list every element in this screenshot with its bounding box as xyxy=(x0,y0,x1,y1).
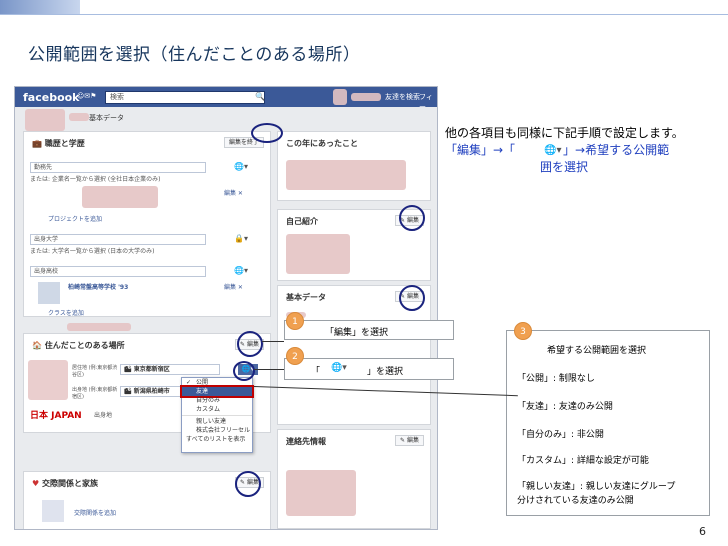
hometown-field-label: 出身地 xyxy=(94,412,113,419)
page-number: 6 xyxy=(699,525,706,538)
step3-badge: 3 xyxy=(514,322,532,340)
current-city-field[interactable]: 🏙 東京都新宿区 xyxy=(120,364,220,375)
step2-globe-icon: 🌐▾ xyxy=(331,363,347,373)
contact-edit-button[interactable]: ✎ 編集 xyxy=(395,435,424,446)
dropdown-item-only-me[interactable]: 自分のみ xyxy=(182,396,252,405)
audience-globe-icon[interactable]: 🌐▾ xyxy=(234,162,248,171)
nav-find-friends[interactable]: 友達を検索 xyxy=(385,92,420,102)
dropdown-item-company[interactable]: 株式会社フリーセル xyxy=(182,426,252,435)
profile-name xyxy=(69,113,89,121)
nav-home[interactable]: フィー xyxy=(419,92,437,112)
option-close-friends-1: 「親しい友達」: 親しい友達にグループ xyxy=(517,482,676,492)
school-avatar xyxy=(38,282,60,304)
work-section-heading: 💼 職歴と学歴 xyxy=(32,139,85,148)
blurred-contact xyxy=(286,470,356,516)
project-add-link[interactable]: プロジェクトを追加 xyxy=(48,214,102,223)
highlight-circle-intro xyxy=(399,205,425,231)
university-field[interactable]: 出身大学 xyxy=(30,234,206,245)
basic-data-tab[interactable]: 基本データ xyxy=(89,113,124,123)
step1-badge: 1 xyxy=(286,312,304,330)
option-only-me: 「自分のみ」: 非公開 xyxy=(517,430,604,440)
avatar[interactable] xyxy=(333,89,347,105)
contact-heading: 連絡先情報 xyxy=(286,437,326,446)
employer-hint: または: 企業名一覧から選択 (全社日本企業のみ) xyxy=(30,176,161,183)
employer-edit-link[interactable]: 編集 ✕ xyxy=(224,188,243,197)
dropdown-item-custom[interactable]: カスタム xyxy=(182,405,252,414)
option-custom: 「カスタム」: 詳細な設定が可能 xyxy=(517,456,649,466)
audience-globe-icon[interactable]: 🌐▾ xyxy=(234,266,248,275)
slide: 公開範囲を選択（住んだことのある場所） facebook ☺✉⚑ 検索 🔍 友達… xyxy=(0,0,728,546)
search-input[interactable]: 検索 xyxy=(105,91,265,104)
note-line-1: 他の各項目も同様に下記手順で設定します。 xyxy=(445,126,684,140)
connector-step2 xyxy=(254,369,284,370)
blurred-row xyxy=(67,323,131,331)
instruction-note: 他の各項目も同様に下記手順で設定します。 「編集」→「 」→希望する公開範 囲を… xyxy=(445,125,723,176)
step2-badge: 2 xyxy=(286,347,304,365)
option-public: 「公開」: 制限なし xyxy=(517,374,595,384)
profile-picture xyxy=(25,109,65,131)
accent-line xyxy=(0,14,728,15)
audience-dropdown[interactable]: ✓ 公開 友達 自分のみ カスタム 親しい友達 株式会社フリーセル すべてのリスト… xyxy=(180,377,254,453)
option-friends: 「友達」: 友達のみ公開 xyxy=(517,402,613,412)
note-line-3: 囲を選択 xyxy=(540,160,589,174)
university-hint: または: 大学名一覧から選択 (日本の大学のみ) xyxy=(30,248,155,255)
highlight-circle-audience xyxy=(233,361,255,381)
current-city-label: 居住地 (例:東京都渋谷区) xyxy=(72,365,118,378)
relationship-card: ♥ 交際関係と家族 ✎ 編集 交際関係を追加 xyxy=(23,471,271,529)
dropdown-item-all-lists[interactable]: すべてのリストを表示 xyxy=(182,435,252,444)
map-label: 日本 JAPAN xyxy=(30,411,82,421)
highschool-field[interactable]: 出身高校 xyxy=(30,266,206,277)
relationship-avatar xyxy=(42,500,64,522)
connector-step1 xyxy=(262,341,284,342)
step2-box: 「 🌐▾ 」を選択 xyxy=(284,358,454,380)
fb-top-bar: facebook ☺✉⚑ 検索 🔍 友達を検索 フィー xyxy=(15,87,437,111)
step2-open-bracket: 「 xyxy=(311,367,321,377)
highlight-circle-basic xyxy=(399,285,425,311)
work-education-card: 💼 職歴と学歴 編集を終了 勤務先 🌐▾ または: 企業名一覧から選択 (全社日… xyxy=(23,131,271,317)
relationship-heading: ♥ 交際関係と家族 xyxy=(32,479,98,488)
places-section-heading: 🏠 住んだことのある場所 xyxy=(32,341,125,350)
lock-icon[interactable]: 🔒▾ xyxy=(234,234,248,243)
highlight-circle-places-edit xyxy=(237,331,263,357)
option-close-friends-2: 分けされている友達のみ公開 xyxy=(517,496,634,506)
basic-data-heading: 基本データ xyxy=(286,293,326,302)
facebook-screenshot: facebook ☺✉⚑ 検索 🔍 友達を検索 フィー 基本データ 💼 職歴と学… xyxy=(14,86,438,530)
blurred-year-content xyxy=(286,160,406,190)
blurred-employer xyxy=(82,186,158,208)
map-thumbnail xyxy=(28,360,68,400)
highschool-name[interactable]: 柏崎常盤高等学校 '93 xyxy=(68,282,128,291)
year-card: この年にあったこと xyxy=(277,131,431,201)
highschool-edit-link[interactable]: 編集 ✕ xyxy=(224,282,243,291)
accent-bar xyxy=(0,0,80,14)
hometown-label: 出身地 (例:東京都新宿区) xyxy=(72,387,118,400)
step3-box: 希望する公開範囲を選択 「公開」: 制限なし 「友達」: 友達のみ公開 「自分の… xyxy=(506,330,710,516)
slide-title: 公開範囲を選択（住んだことのある場所） xyxy=(28,45,361,65)
dropdown-item-close-friends[interactable]: 親しい友達 xyxy=(182,417,252,426)
year-section-heading: この年にあったこと xyxy=(286,139,358,148)
highlight-circle-relationship xyxy=(235,471,261,497)
step1-box: 「編集」を選択 xyxy=(284,320,454,340)
step2-text: 」を選択 xyxy=(367,367,404,377)
highlight-circle-edit-done xyxy=(251,123,283,143)
contact-card: 連絡先情報 ✎ 編集 xyxy=(277,429,431,529)
facebook-logo[interactable]: facebook xyxy=(23,91,80,104)
employer-field[interactable]: 勤務先 xyxy=(30,162,206,173)
note-globe-icon: 🌐▾ xyxy=(544,145,562,156)
user-name[interactable] xyxy=(351,93,381,101)
relationship-add-link[interactable]: 交際関係を追加 xyxy=(74,508,116,517)
note-line-2: 「編集」→「 」→希望する公開範 xyxy=(445,143,670,157)
class-add-link[interactable]: クラスを追加 xyxy=(48,308,84,317)
blurred-intro xyxy=(286,234,350,274)
step3-title: 希望する公開範囲を選択 xyxy=(547,346,647,356)
friends-icon[interactable]: ☺✉⚑ xyxy=(77,92,96,100)
step1-text: 「編集」を選択 xyxy=(325,328,389,338)
dropdown-item-friends[interactable]: 友達 xyxy=(180,385,254,398)
dropdown-separator xyxy=(182,415,252,416)
self-intro-heading: 自己紹介 xyxy=(286,217,318,226)
